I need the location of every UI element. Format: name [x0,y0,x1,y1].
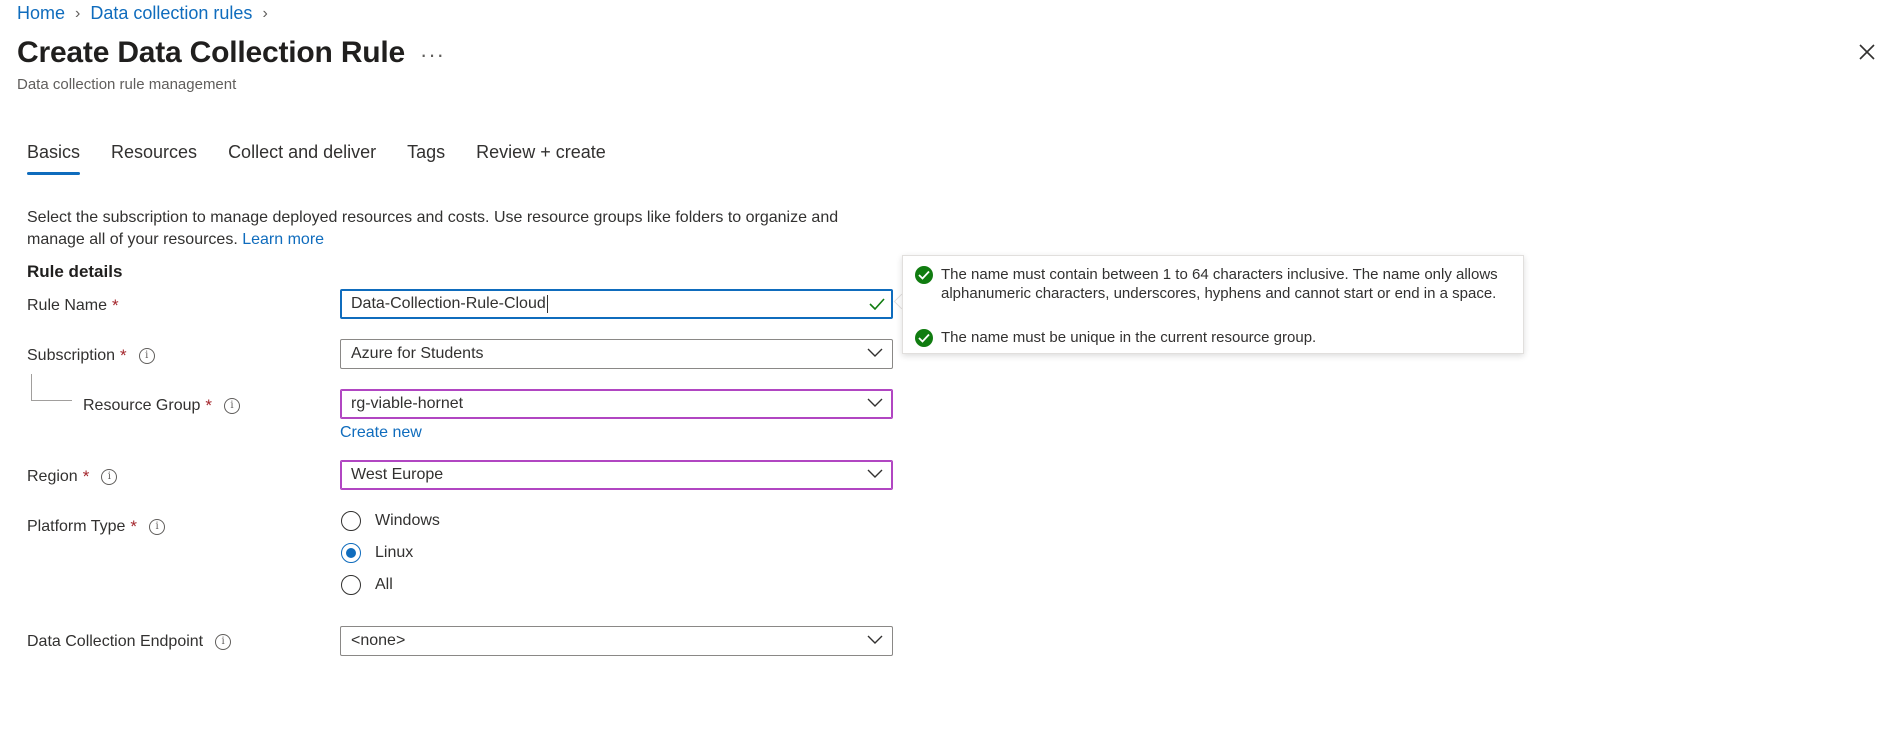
validation-callout: The name must contain between 1 to 64 ch… [902,255,1524,354]
radio-all-label: All [375,576,393,593]
create-new-link[interactable]: Create new [340,424,422,442]
breadcrumb-data-collection-rules-link[interactable]: Data collection rules [90,3,252,24]
page-subtitle: Data collection rule management [17,76,237,93]
resource-group-value: rg-viable-hornet [351,395,464,412]
radio-windows[interactable]: Windows [341,511,440,531]
required-asterisk: * [82,467,90,486]
chevron-right-icon: › [262,4,268,22]
required-asterisk: * [120,346,127,365]
chevron-down-icon [867,635,883,644]
radio-button[interactable] [341,511,361,531]
chevron-down-icon [867,348,883,357]
resource-group-label-text: Resource Group [83,397,201,414]
description: Select the subscription to manage deploy… [27,207,887,251]
learn-more-link[interactable]: Learn more [242,231,324,248]
section-title: Rule details [27,262,123,281]
validation-rule-text: The name must contain between 1 to 64 ch… [941,266,1498,302]
radio-button[interactable] [341,575,361,595]
endpoint-value: <none> [351,632,406,649]
required-asterisk: * [205,396,213,415]
success-circle-icon [915,329,933,347]
region-dropdown[interactable]: West Europe [340,460,893,490]
description-text: Select the subscription to manage deploy… [27,209,839,248]
region-label: Region * i [27,467,118,487]
region-label-text: Region [27,468,78,485]
info-icon[interactable]: i [149,519,166,535]
tab-collect-and-deliver[interactable]: Collect and deliver [228,142,376,175]
resource-group-dropdown[interactable]: rg-viable-hornet [340,389,893,419]
tab-resources[interactable]: Resources [111,142,197,175]
tab-tags[interactable]: Tags [407,142,445,175]
rule-name-value: Data-Collection-Rule-Cloud [351,295,546,312]
region-value: West Europe [351,466,444,483]
radio-all[interactable]: All [341,575,393,595]
rule-name-label: Rule Name * [27,296,119,316]
chevron-down-icon [867,469,883,478]
radio-linux-label: Linux [375,544,414,561]
radio-linux[interactable]: Linux [341,543,413,563]
endpoint-dropdown[interactable]: <none> [340,626,893,656]
endpoint-label: Data Collection Endpoint i [27,633,232,651]
rule-name-label-text: Rule Name [27,297,108,314]
subscription-label: Subscription * i [27,346,155,366]
platform-type-label-text: Platform Type [27,518,126,535]
platform-type-label: Platform Type * i [27,517,166,537]
chevron-right-icon: › [75,4,81,22]
required-asterisk: * [112,296,119,315]
subscription-label-text: Subscription [27,347,116,364]
checkmark-icon [869,298,885,310]
more-options-button[interactable]: ··· [420,42,445,68]
validation-rule: The name must contain between 1 to 64 ch… [915,265,1510,303]
subscription-dropdown[interactable]: Azure for Students [340,339,893,369]
breadcrumb-home-link[interactable]: Home [17,3,65,24]
resource-group-label: Resource Group * i [83,396,241,416]
radio-windows-label: Windows [375,512,440,529]
text-cursor [546,295,548,313]
success-circle-icon [915,266,933,284]
info-icon[interactable]: i [138,348,155,364]
tab-review-create[interactable]: Review + create [476,142,606,175]
rule-name-input[interactable]: Data-Collection-Rule-Cloud [340,289,893,319]
endpoint-label-text: Data Collection Endpoint [27,633,204,650]
required-asterisk: * [130,517,138,536]
breadcrumb: Home › Data collection rules › [17,3,278,24]
validation-rule-text: The name must be unique in the current r… [941,329,1317,346]
tab-basics[interactable]: Basics [27,142,81,175]
validation-rule: The name must be unique in the current r… [915,328,1510,347]
tab-list: Basics Resources Collect and deliver Tag… [27,142,637,175]
info-icon[interactable]: i [215,634,232,650]
subscription-value: Azure for Students [351,345,484,362]
radio-button[interactable] [341,543,361,563]
tree-connector [31,374,72,401]
info-icon[interactable]: i [224,398,241,414]
chevron-down-icon [867,398,883,407]
page-title: Create Data Collection Rule [17,36,406,69]
close-icon[interactable] [1855,40,1879,64]
info-icon[interactable]: i [101,469,118,485]
